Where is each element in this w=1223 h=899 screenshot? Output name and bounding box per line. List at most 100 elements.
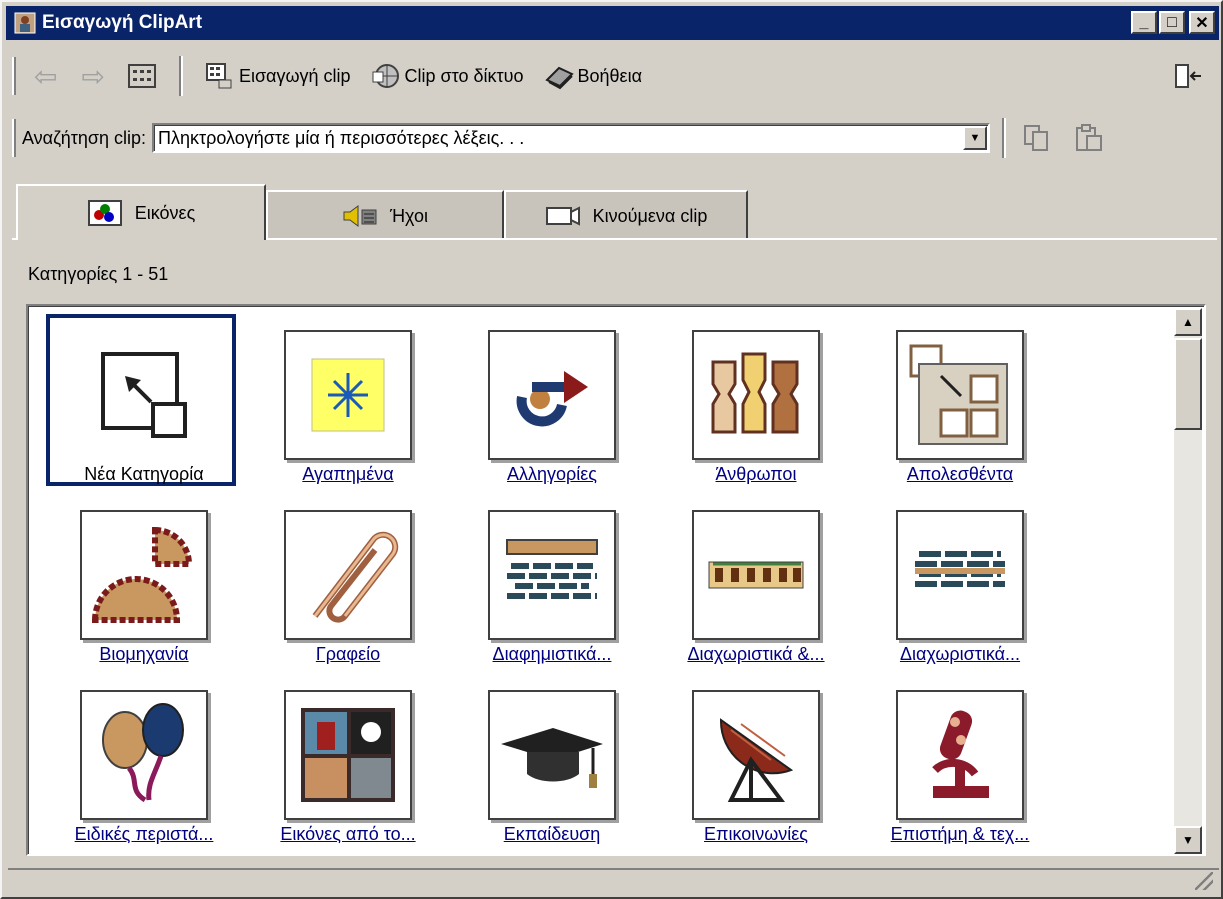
category-label: Εικόνες από το... (280, 824, 416, 844)
category-label: Άνθρωποι (715, 464, 797, 484)
lost-found-icon (896, 330, 1024, 460)
search-combobox[interactable]: ▼ (151, 123, 990, 153)
category-item[interactable]: Άνθρωποι (662, 326, 850, 496)
paste-icon[interactable] (1074, 123, 1104, 153)
insert-clip-label: Εισαγωγή clip (238, 65, 351, 86)
new-category-icon (80, 330, 208, 460)
category-label: Ειδικές περιστά... (74, 824, 214, 844)
chevron-down-icon: ▼ (969, 132, 981, 144)
minimize-icon: _ (1139, 13, 1149, 31)
insert-clip-button[interactable]: Εισαγωγή clip (195, 56, 361, 96)
toolbar-grip[interactable] (12, 57, 16, 95)
category-label: Διαφημιστικά... (492, 644, 612, 664)
scroll-down-button[interactable]: ▼ (1174, 826, 1202, 854)
category-count: Κατηγορίες 1 - 51 (28, 264, 169, 284)
dividers-2-icon (896, 510, 1024, 640)
graduation-cap-icon (488, 690, 616, 820)
clips-online-button[interactable]: Clip στο δίκτυο (361, 56, 534, 96)
industry-icon (80, 510, 208, 640)
category-label: Βιομηχανία (99, 644, 189, 664)
scroll-up-button[interactable]: ▲ (1174, 308, 1202, 336)
forward-button[interactable]: ⇨ (69, 60, 116, 93)
dividers-icon (692, 510, 820, 640)
search-toolbar-grip[interactable] (12, 119, 16, 157)
category-label: Νέα Κατηγορία (84, 464, 204, 484)
office-paperclip-icon (284, 510, 412, 640)
search-label: Αναζήτηση clip: (22, 127, 146, 148)
minimize-button[interactable]: _ (1131, 11, 1157, 34)
allegories-icon (488, 330, 616, 460)
people-icon (692, 330, 820, 460)
category-label: Απολεσθέντα (906, 464, 1014, 484)
search-input[interactable] (153, 126, 954, 150)
tab-pictures-label: Εικόνες (134, 202, 196, 223)
toolbar-separator (178, 56, 183, 96)
insert-clip-icon (205, 63, 232, 89)
category-label: Αλληγορίες (507, 464, 597, 484)
category-label: Εκπαίδευση (503, 824, 601, 844)
maximize-button[interactable]: □ (1159, 11, 1185, 34)
tab-sounds-label: Ήχοι (389, 205, 429, 226)
category-label: Επικοινωνίες (704, 824, 808, 844)
tab-sounds[interactable]: Ήχοι (266, 190, 504, 240)
category-item[interactable]: Ειδικές περιστά... (50, 686, 238, 854)
vertical-scrollbar[interactable]: ▲ ▼ (1174, 308, 1202, 854)
category-item[interactable]: Διαφημιστικά... (458, 506, 646, 676)
all-categories-button[interactable] (117, 56, 167, 96)
microscope-icon (896, 690, 1024, 820)
category-item[interactable]: Εκπαίδευση (458, 686, 646, 854)
clipart-window: Εισαγωγή ClipArt _ □ ✕ ⇦ ⇨ Εισαγωγή clip… (0, 0, 1223, 899)
pictures-tab-icon (87, 200, 122, 226)
status-bar (8, 868, 1219, 896)
satellite-dish-icon (692, 690, 820, 820)
help-label: Βοήθεια (577, 65, 642, 86)
speaker-icon (343, 205, 377, 227)
category-label: Γραφείο (315, 644, 381, 664)
maximize-icon: □ (1167, 13, 1177, 31)
tab-motion-clips[interactable]: Κινούμενα clip (504, 190, 748, 240)
close-button[interactable]: ✕ (1189, 11, 1215, 34)
clips-online-label: Clip στο δίκτυο (404, 65, 524, 86)
category-label: Διαχωριστικά... (899, 644, 1021, 664)
media-tabs: Εικόνες Ήχοι Κινούμενα clip (16, 184, 748, 240)
video-camera-icon (545, 206, 580, 226)
back-button[interactable]: ⇦ (22, 60, 69, 93)
category-gallery: Νέα Κατηγορία Αγαπημένα Αλληγορίες Άνθρω… (26, 304, 1206, 856)
category-item[interactable]: Επιστήμη & τεχ... (866, 686, 1054, 854)
category-item[interactable]: Αγαπημένα (254, 326, 442, 496)
category-item[interactable]: Νέα Κατηγορία (46, 314, 238, 496)
category-item[interactable]: Βιομηχανία (50, 506, 238, 676)
close-icon: ✕ (1195, 14, 1209, 32)
favorites-icon (284, 330, 412, 460)
globe-icon (372, 64, 399, 88)
search-toolbar: Αναζήτηση clip: ▼ (12, 118, 1217, 158)
dock-pane-icon[interactable] (1173, 62, 1203, 90)
category-item[interactable]: Γραφείο (254, 506, 442, 676)
category-item[interactable]: Επικοινωνίες (662, 686, 850, 854)
window-title: Εισαγωγή ClipArt (42, 12, 203, 33)
clipart-app-icon (14, 12, 36, 34)
category-item[interactable]: Αλληγορίες (458, 326, 646, 496)
search-dropdown-button[interactable]: ▼ (962, 126, 987, 150)
category-label: Αγαπημένα (302, 464, 394, 484)
category-item[interactable]: Απολεσθέντα (866, 326, 1054, 496)
title-bar[interactable]: Εισαγωγή ClipArt _ □ ✕ (6, 6, 1219, 40)
category-item[interactable]: Διαχωριστικά... (866, 506, 1054, 676)
balloons-icon (80, 690, 208, 820)
resize-grip-icon[interactable] (1195, 872, 1213, 890)
tab-motion-clips-label: Κινούμενα clip (592, 205, 708, 226)
toolbar-separator-2 (1001, 118, 1006, 158)
category-item[interactable]: Εικόνες από το... (254, 686, 442, 854)
main-toolbar: ⇦ ⇨ Εισαγωγή clip Clip στο δίκτυο Βοήθει… (12, 56, 1217, 96)
category-item[interactable]: Διαχωριστικά &... (662, 506, 850, 676)
photos-icon (284, 690, 412, 820)
tab-pictures[interactable]: Εικόνες (16, 184, 266, 240)
category-label: Διαχωριστικά &... (687, 644, 825, 664)
arrow-down-icon: ▼ (1182, 833, 1194, 847)
copy-icon[interactable] (1022, 123, 1052, 153)
help-button[interactable]: Βοήθεια (534, 56, 652, 96)
banners-icon (488, 510, 616, 640)
help-book-icon (544, 66, 574, 90)
grid-icon (127, 64, 156, 88)
scroll-thumb[interactable] (1174, 338, 1202, 430)
